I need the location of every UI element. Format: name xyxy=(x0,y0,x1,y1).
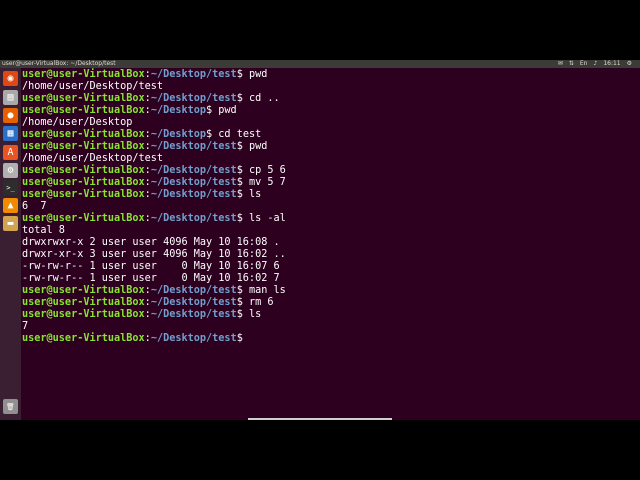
command-text: ls xyxy=(242,309,262,320)
output-line: -rw-rw-r-- 1 user user 0 May 10 16:07 6 xyxy=(22,261,280,272)
settings-icon[interactable]: ⚙ xyxy=(3,163,18,178)
output-line: /home/user/Desktop/test xyxy=(22,81,164,92)
terminal-icon[interactable]: >_ xyxy=(3,180,18,195)
gear-icon[interactable]: ⚙ xyxy=(627,60,632,68)
prompt-line: user@user-VirtualBox:~/Desktop/test$ ls xyxy=(22,309,286,321)
prompt-path: ~/Desktop/test xyxy=(150,309,237,320)
prompt-path: ~/Desktop xyxy=(150,105,207,116)
prompt-path: ~/Desktop/test xyxy=(150,285,237,296)
prompt-path: ~/Desktop/test xyxy=(150,141,237,152)
command-text: mv 5 7 xyxy=(242,177,286,188)
prompt-user: user@user-VirtualBox xyxy=(22,213,145,224)
output-line: drwxr-xr-x 3 user user 4096 May 10 16:02… xyxy=(22,249,286,260)
prompt-path: ~/Desktop/test xyxy=(150,69,237,80)
prompt-user: user@user-VirtualBox xyxy=(22,69,145,80)
prompt-line: user@user-VirtualBox:~/Desktop/test$ pwd xyxy=(22,69,286,81)
keyboard-icon[interactable]: En xyxy=(580,60,588,68)
top-panel: user@user-VirtualBox: ~/Desktop/test ✉ ⇅… xyxy=(0,60,640,68)
prompt-line: user@user-VirtualBox:~/Desktop/test$ cd … xyxy=(22,93,286,105)
command-text: pwd xyxy=(242,69,268,80)
command-text: rm 6 xyxy=(242,297,274,308)
command-text: pwd xyxy=(212,105,237,116)
command-text: man ls xyxy=(242,285,286,296)
output-line: drwxrwxr-x 2 user user 4096 May 10 16:08… xyxy=(22,237,280,248)
volume-icon[interactable]: ♪ xyxy=(593,60,597,68)
prompt-path: ~/Desktop xyxy=(150,129,207,140)
prompt-line: user@user-VirtualBox:~/Desktop/test$ cp … xyxy=(22,165,286,177)
clock[interactable]: 16:11 xyxy=(603,60,620,68)
prompt-path: ~/Desktop/test xyxy=(150,213,237,224)
output-line: 6 7 xyxy=(22,201,47,212)
firefox-icon[interactable]: ● xyxy=(3,108,18,123)
vlc-icon[interactable]: ▲ xyxy=(3,198,18,213)
prompt-path: ~/Desktop/test xyxy=(150,189,237,200)
terminal-window[interactable]: user@user-VirtualBox:~/Desktop/test$ pwd… xyxy=(21,68,640,420)
trash-icon[interactable]: 🗑 xyxy=(3,399,18,414)
output-line: 7 xyxy=(22,321,29,332)
command-text: ls -al xyxy=(242,213,286,224)
prompt-user: user@user-VirtualBox xyxy=(22,105,145,116)
prompt-user: user@user-VirtualBox xyxy=(22,165,145,176)
indicator-area: ✉ ⇅ En ♪ 16:11 ⚙ xyxy=(558,60,632,68)
writer-icon[interactable]: ▦ xyxy=(3,126,18,141)
prompt-path: ~/Desktop/test xyxy=(150,165,237,176)
prompt-user: user@user-VirtualBox xyxy=(22,189,145,200)
prompt-path: ~/Desktop/test xyxy=(150,177,237,188)
prompt-line: user@user-VirtualBox:~/Desktop/test$ xyxy=(22,333,286,345)
prompt-dollar: $ xyxy=(236,333,243,344)
mail-icon[interactable]: ✉ xyxy=(558,60,563,68)
launcher: ◉ ▤ ● ▦ A ⚙ >_ ▲ ▬ 🗑 xyxy=(0,68,21,420)
command-text: cd .. xyxy=(242,93,280,104)
files-icon[interactable]: ▤ xyxy=(3,90,18,105)
command-text: ls xyxy=(242,189,262,200)
prompt-user: user@user-VirtualBox xyxy=(22,93,145,104)
network-icon[interactable]: ⇅ xyxy=(569,60,574,68)
prompt-user: user@user-VirtualBox xyxy=(22,309,145,320)
prompt-line: user@user-VirtualBox:~/Desktop/test$ mv … xyxy=(22,177,286,189)
command-text: cp 5 6 xyxy=(242,165,286,176)
output-line: /home/user/Desktop/test xyxy=(22,153,164,164)
output-line: /home/user/Desktop xyxy=(22,117,133,128)
prompt-user: user@user-VirtualBox xyxy=(22,285,145,296)
command-text: cd test xyxy=(212,129,262,140)
prompt-line: user@user-VirtualBox:~/Desktop/test$ pwd xyxy=(22,141,286,153)
appstore-icon[interactable]: A xyxy=(3,145,18,160)
output-line: total 8 xyxy=(22,225,65,236)
prompt-user: user@user-VirtualBox xyxy=(22,177,145,188)
command-text: pwd xyxy=(242,141,268,152)
prompt-path: ~/Desktop/test xyxy=(150,93,237,104)
prompt-path: ~/Desktop/test xyxy=(150,297,237,308)
dash-icon[interactable]: ◉ xyxy=(3,71,18,86)
folder-icon[interactable]: ▬ xyxy=(3,216,18,231)
output-line: -rw-rw-r-- 1 user user 0 May 10 16:02 7 xyxy=(22,273,280,284)
prompt-user: user@user-VirtualBox xyxy=(22,129,145,140)
prompt-line: user@user-VirtualBox:~/Desktop/test$ ls … xyxy=(22,213,286,225)
terminal-output: user@user-VirtualBox:~/Desktop/test$ pwd… xyxy=(22,69,286,345)
prompt-line: user@user-VirtualBox:~/Desktop$ cd test xyxy=(22,129,286,141)
prompt-user: user@user-VirtualBox xyxy=(22,333,145,344)
scrollbar[interactable] xyxy=(248,418,392,420)
prompt-line: user@user-VirtualBox:~/Desktop/test$ man… xyxy=(22,285,286,297)
prompt-user: user@user-VirtualBox xyxy=(22,297,145,308)
prompt-path: ~/Desktop/test xyxy=(150,333,237,344)
window-title: user@user-VirtualBox: ~/Desktop/test xyxy=(2,60,116,67)
prompt-line: user@user-VirtualBox:~/Desktop/test$ rm … xyxy=(22,297,286,309)
prompt-line: user@user-VirtualBox:~/Desktop$ pwd xyxy=(22,105,286,117)
prompt-user: user@user-VirtualBox xyxy=(22,141,145,152)
prompt-line: user@user-VirtualBox:~/Desktop/test$ ls xyxy=(22,189,286,201)
